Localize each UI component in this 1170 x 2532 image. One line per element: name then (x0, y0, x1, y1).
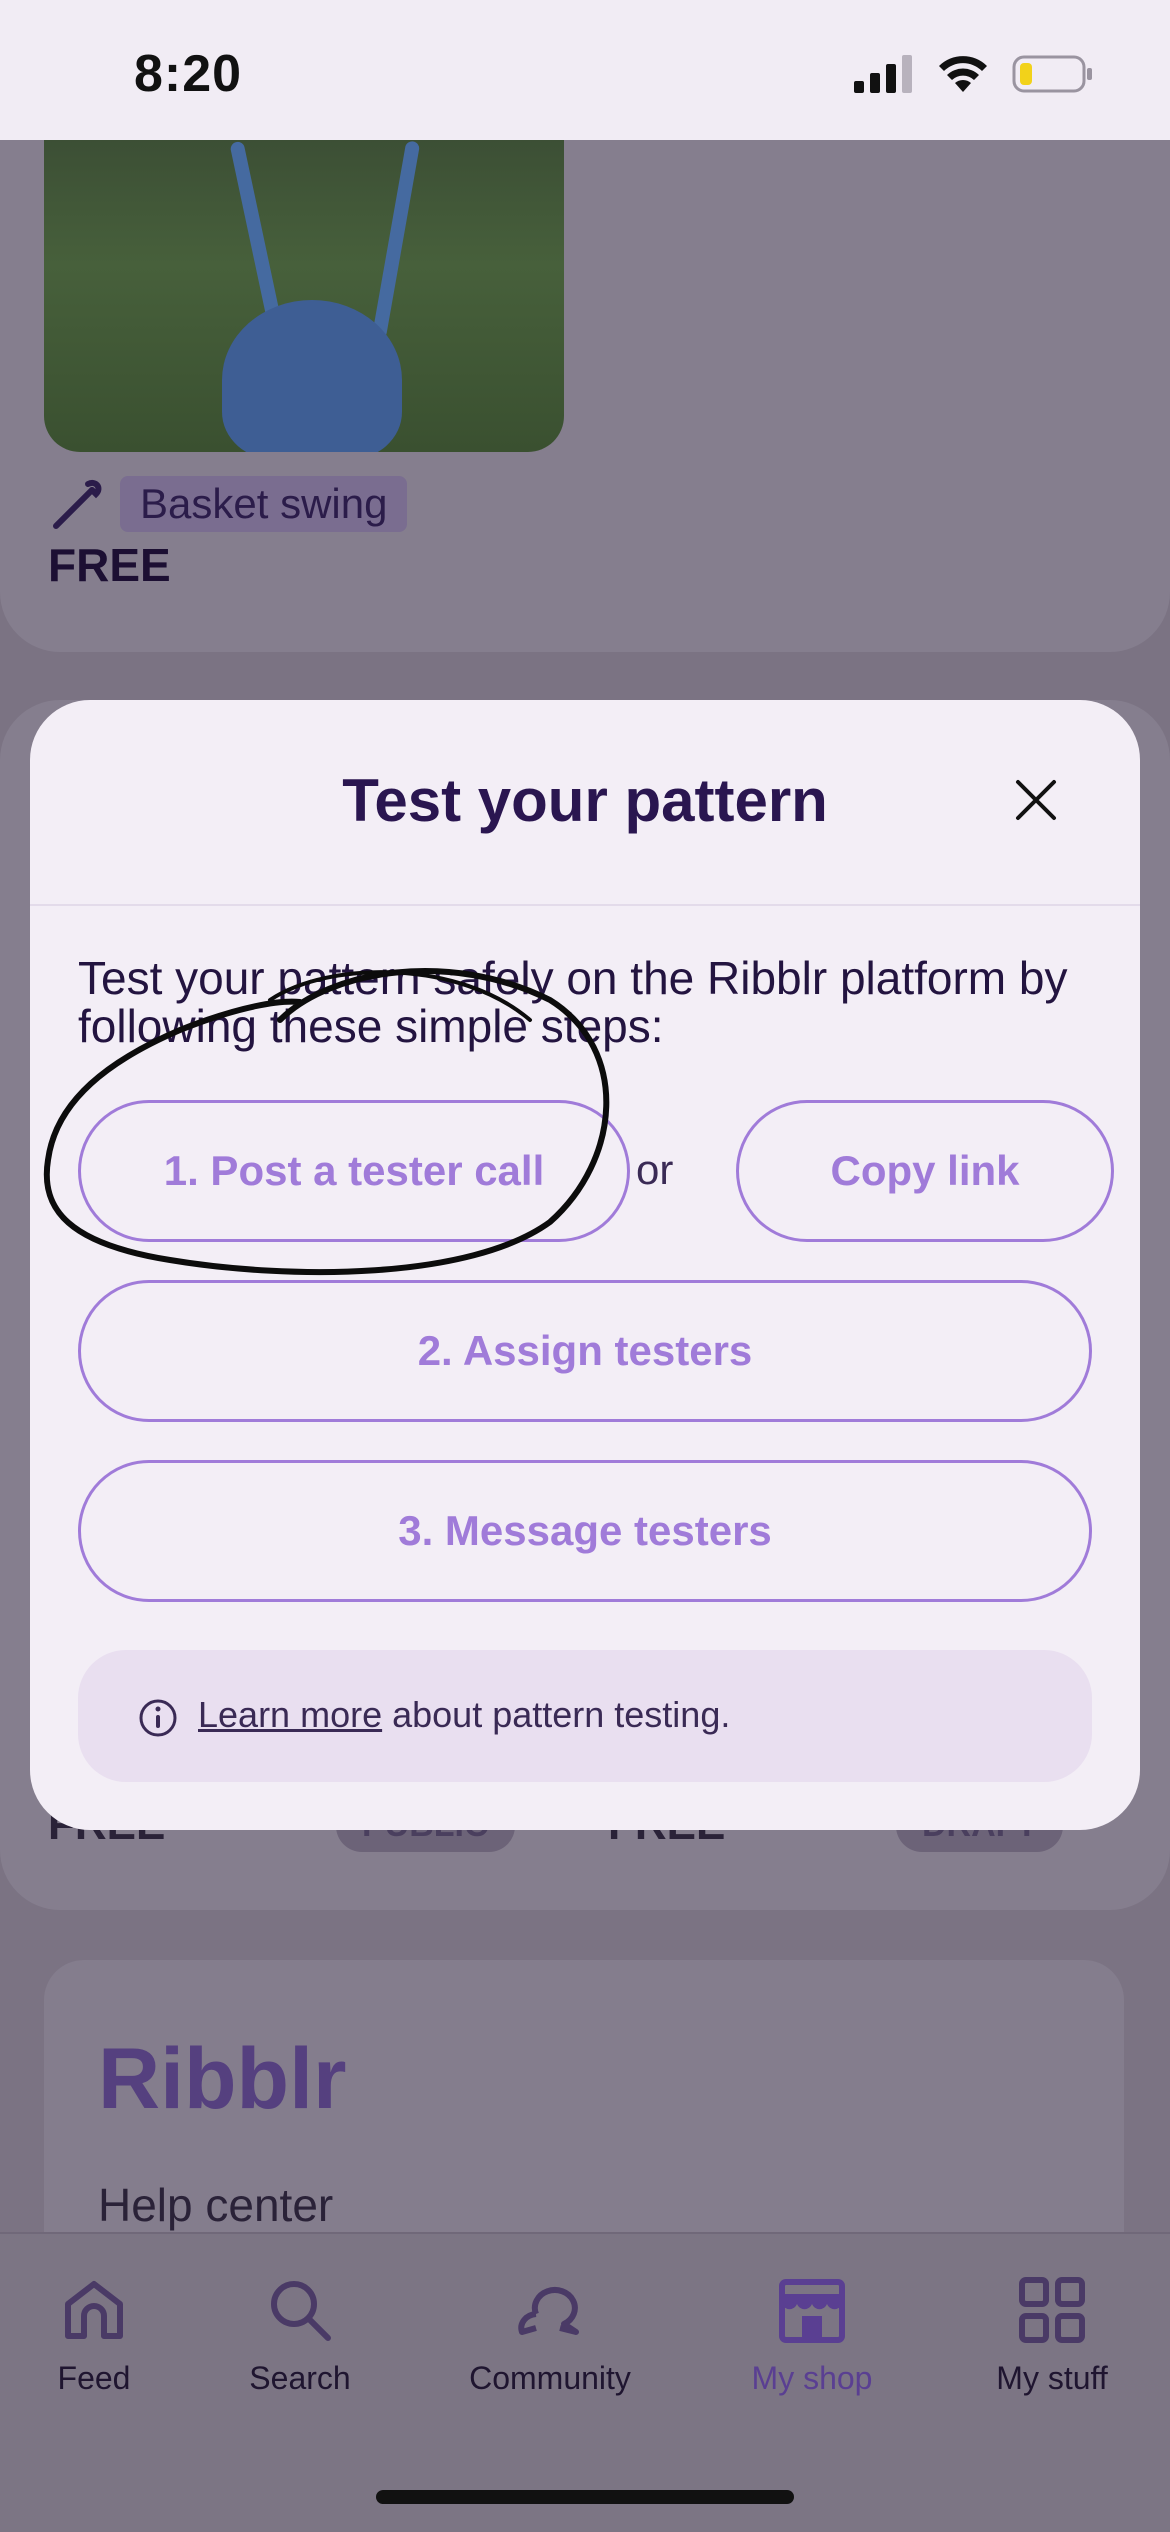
battery-icon (1012, 55, 1092, 93)
close-button[interactable] (1014, 778, 1058, 822)
status-icons (854, 54, 1094, 94)
or-label: or (636, 1146, 674, 1193)
info-text: Learn more about pattern testing. (198, 1694, 730, 1736)
info-box: Learn more about pattern testing. (78, 1650, 1092, 1782)
status-time: 8:20 (134, 45, 243, 103)
test-pattern-modal: Test your pattern Test your pattern safe… (30, 700, 1140, 1830)
info-suffix: about pattern testing. (382, 1694, 731, 1735)
help-center-link[interactable]: Help center (98, 2178, 333, 2232)
chat-icon (518, 2287, 579, 2335)
crochet-hook-icon (53, 480, 102, 529)
pattern-tag-row: Basket swing (48, 476, 408, 532)
tab-my-shop-label: My shop (751, 2360, 873, 2396)
info-icon (139, 1699, 177, 1737)
tab-feed-label: Feed (57, 2360, 131, 2396)
tab-search[interactable]: Search (180, 2274, 420, 2397)
assign-testers-button[interactable]: 2. Assign testers (78, 1280, 1092, 1422)
modal-title: Test your pattern (342, 767, 828, 834)
pattern-thumbnail (44, 140, 564, 452)
status-bar: 8:20 (0, 0, 1170, 140)
tab-search-label: Search (249, 2360, 351, 2396)
modal-header: Test your pattern (30, 700, 1140, 906)
learn-more-link[interactable]: Learn more (198, 1694, 382, 1735)
close-icon (1016, 780, 1056, 820)
tab-my-shop[interactable]: My shop (692, 2274, 932, 2397)
pattern-tag: Basket swing (120, 476, 408, 532)
pattern-price: FREE (48, 539, 171, 591)
search-icon (271, 2281, 331, 2341)
modal-description: Test your pattern safely on the Ribblr p… (78, 952, 1068, 1052)
shop-icon (779, 2279, 845, 2343)
tab-my-stuff[interactable]: My stuff (932, 2274, 1170, 2397)
home-icon (65, 2281, 123, 2339)
cellular-signal-icon (854, 55, 912, 93)
post-tester-call-button[interactable]: 1. Post a tester call (78, 1100, 630, 1242)
tab-my-stuff-label: My stuff (996, 2360, 1108, 2396)
tab-bar: Feed Search Community My shop My stuff (0, 2232, 1170, 2532)
tab-community[interactable]: Community (430, 2274, 670, 2397)
grid-icon (1019, 2277, 1085, 2343)
tab-community-label: Community (469, 2360, 631, 2396)
wifi-icon (939, 56, 987, 92)
ribblr-logo: Ribblr (98, 2031, 347, 2127)
message-testers-button[interactable]: 3. Message testers (78, 1460, 1092, 1602)
copy-link-button[interactable]: Copy link (736, 1100, 1114, 1242)
home-indicator (376, 2490, 794, 2504)
